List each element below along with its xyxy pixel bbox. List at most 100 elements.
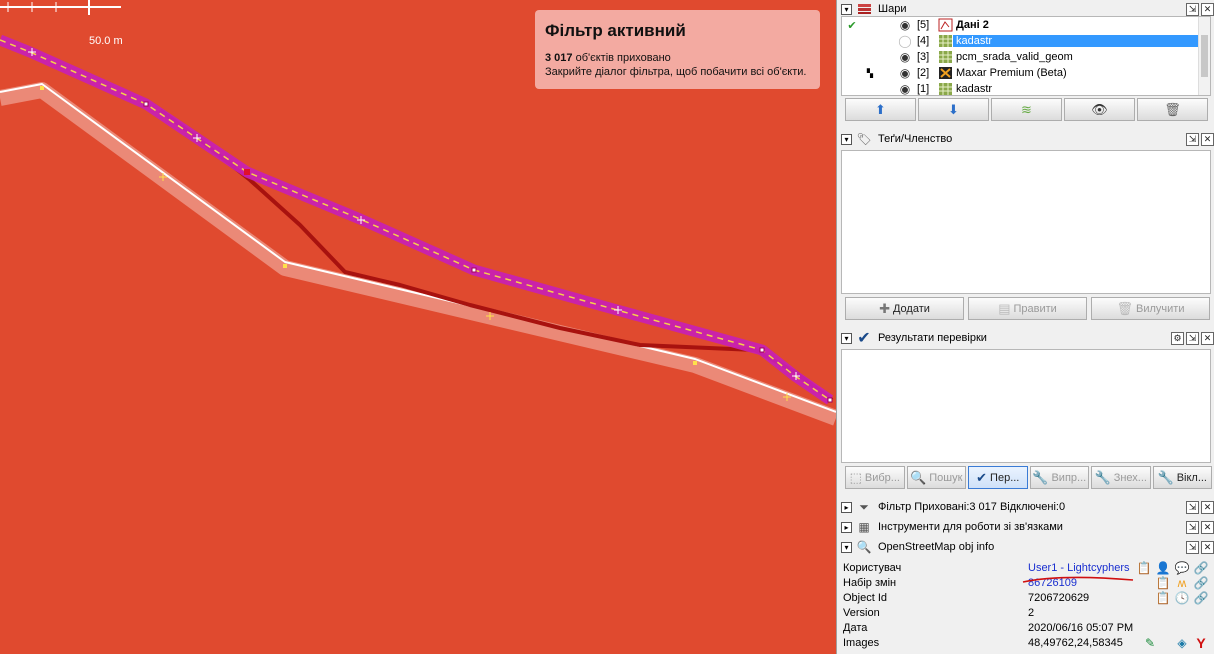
- info-row-changeset: Набір змін 86726109 📋 ʍ 🔗: [843, 575, 1209, 590]
- info-key: Набір змін: [843, 576, 897, 589]
- detach-panel-button[interactable]: ⇲: [1186, 520, 1199, 534]
- tags-panel-header[interactable]: ▾ 🏷 Теґи/Членство ⇲ ✕: [841, 130, 1214, 148]
- edit-green-icon[interactable]: ✎: [1142, 635, 1158, 650]
- expand-toggle[interactable]: ▸: [841, 501, 852, 513]
- layer-list-scrollbar[interactable]: [1198, 17, 1210, 95]
- collapse-toggle[interactable]: ▾: [841, 332, 852, 344]
- edit-tag-label: Правити: [1013, 302, 1057, 315]
- yandex-icon[interactable]: Y: [1193, 635, 1209, 651]
- user-link[interactable]: User1 - Lightcyphers: [1028, 562, 1130, 574]
- layer-row-3[interactable]: ◉ [3] pcm_srada_valid_geom: [842, 49, 1200, 65]
- copy-icon[interactable]: 📋: [1155, 575, 1171, 590]
- link-icon[interactable]: 🔗: [1193, 590, 1209, 605]
- tms-layer-icon: [939, 35, 952, 47]
- visibility-eye-icon[interactable]: ◉: [896, 66, 914, 80]
- select-icon: ⬚: [849, 469, 862, 485]
- map-canvas[interactable]: [0, 0, 836, 654]
- user-profile-icon[interactable]: 👤: [1155, 560, 1171, 575]
- layer-index: [1]: [917, 83, 930, 95]
- message-icon[interactable]: 💬: [1174, 560, 1190, 575]
- achavi-icon[interactable]: ʍ: [1174, 575, 1190, 590]
- activate-layer-icon: ≋: [1021, 101, 1032, 117]
- wrench-icon: 🔧: [1094, 469, 1111, 485]
- collapse-toggle[interactable]: ▾: [841, 133, 852, 145]
- detach-panel-button[interactable]: ⇲: [1186, 540, 1199, 554]
- close-panel-button[interactable]: ✕: [1201, 520, 1214, 534]
- move-up-button[interactable]: ⬆: [845, 98, 916, 121]
- images-actions: ✎ ◈ Y: [1142, 635, 1209, 651]
- way-nodes: [143, 101, 833, 403]
- layer-row-1[interactable]: ◉ [1] kadastr: [842, 81, 1200, 97]
- scrollbar-thumb[interactable]: [1201, 35, 1208, 77]
- detach-panel-button[interactable]: ⇲: [1186, 132, 1199, 146]
- node: [759, 347, 765, 353]
- delete-layer-button[interactable]: 🗑: [1137, 98, 1208, 121]
- red-underline-annotation: [1022, 576, 1134, 583]
- validation-results-tree[interactable]: [841, 349, 1211, 463]
- delete-tag-button[interactable]: 🗑 Вилучити: [1091, 297, 1210, 320]
- filter-panel-header[interactable]: ▸ ⏷ Фільтр Приховані:3 017 Відключені:0 …: [841, 498, 1214, 516]
- layer-row-2[interactable]: ▚ ◉ [2] Maxar Premium (Beta): [842, 65, 1200, 81]
- close-panel-button[interactable]: ✕: [1201, 132, 1214, 146]
- detach-panel-button[interactable]: ⇲: [1186, 500, 1199, 514]
- info-row-user: Користувач User1 - Lightcyphers 📋 👤 💬 🔗: [843, 560, 1209, 575]
- relations-panel-header[interactable]: ▸ ▦ Інструменти для роботи зі зв'язками …: [841, 518, 1214, 536]
- vertex: [693, 361, 697, 365]
- wrench-icon: 🔧: [1032, 469, 1049, 485]
- search-icon: 🔍: [910, 469, 927, 485]
- detach-panel-button[interactable]: ⇲: [1186, 331, 1199, 345]
- validation-panel-title: Результати перевірки: [878, 332, 987, 344]
- edit-icon: ▤: [998, 300, 1011, 316]
- fix-button[interactable]: 🔧 Випр...: [1029, 466, 1089, 489]
- map-view[interactable]: 50.0 m Фільтр активний 3 017 об'єктів пр…: [0, 0, 836, 654]
- layer-row-4[interactable]: ◯ [4] kadastr: [842, 33, 1203, 49]
- detach-panel-button[interactable]: ⇲: [1186, 2, 1199, 16]
- changeset-actions: 📋 ʍ 🔗: [1155, 575, 1209, 590]
- close-panel-button[interactable]: ✕: [1201, 500, 1214, 514]
- layer-toolbar: ⬆ ⬇ ≋ 👁 🗑: [845, 98, 1208, 121]
- visibility-eye-icon[interactable]: ◉: [896, 18, 914, 32]
- side-panel: ▾ Шари ⇲ ✕ ✔ ◉ [5] Дані 2 ◯ [4] kadastr …: [836, 0, 1214, 654]
- collapse-toggle[interactable]: ▾: [841, 541, 852, 553]
- select-button[interactable]: ⬚ Вибр...: [845, 466, 905, 489]
- close-panel-button[interactable]: ✕: [1201, 331, 1214, 345]
- ignore-button[interactable]: 🔧 Знех...: [1091, 466, 1151, 489]
- vertex: [40, 86, 44, 90]
- visibility-eye-icon[interactable]: ◉: [896, 50, 914, 64]
- arrow-up-icon: ⬆: [875, 101, 886, 117]
- selected-node: [244, 169, 250, 175]
- history-clock-icon[interactable]: 🕓: [1174, 590, 1190, 605]
- show-hide-button[interactable]: 👁: [1064, 98, 1135, 121]
- visibility-eye-icon[interactable]: ◉: [896, 82, 914, 96]
- link-icon[interactable]: 🔗: [1193, 575, 1209, 590]
- move-down-button[interactable]: ⬇: [918, 98, 989, 121]
- edit-tag-button[interactable]: ▤ Правити: [968, 297, 1087, 320]
- mapillary-icon[interactable]: ◈: [1174, 635, 1190, 650]
- scale-label: 50.0 m: [89, 35, 123, 47]
- add-tag-button[interactable]: ✚ Додати: [845, 297, 964, 320]
- close-panel-button[interactable]: ✕: [1201, 2, 1214, 16]
- layer-list[interactable]: ✔ ◉ [5] Дані 2 ◯ [4] kadastr ◉ [3] pcm_s…: [841, 16, 1211, 96]
- layer-row-5[interactable]: ✔ ◉ [5] Дані 2: [842, 17, 1200, 33]
- expand-toggle[interactable]: ▸: [841, 521, 852, 533]
- relations-panel-title: Інструменти для роботи зі зв'язками: [878, 521, 1063, 533]
- link-icon[interactable]: 🔗: [1193, 560, 1209, 575]
- node: [471, 267, 477, 273]
- osm-info-panel-header[interactable]: ▾ 🔍 OpenStreetMap obj info ⇲ ✕: [841, 538, 1214, 556]
- check-button[interactable]: ✔ Пер...: [968, 466, 1028, 489]
- settings-button[interactable]: ⚙: [1171, 331, 1184, 345]
- collapse-toggle[interactable]: ▾: [841, 3, 852, 15]
- lookup-button[interactable]: 🔍 Пошук: [906, 466, 966, 489]
- magnifier-icon: 🔍: [856, 540, 872, 554]
- copy-icon[interactable]: 📋: [1155, 590, 1171, 605]
- layer-name: Maxar Premium (Beta): [956, 67, 1067, 79]
- tags-table[interactable]: [841, 150, 1211, 294]
- copy-icon[interactable]: 📋: [1136, 560, 1152, 575]
- close-panel-button[interactable]: ✕: [1201, 540, 1214, 554]
- activate-layer-button[interactable]: ≋: [991, 98, 1062, 121]
- turn-off-button[interactable]: 🔧 Вікл...: [1152, 466, 1212, 489]
- tags-panel-title: Теґи/Членство: [878, 133, 953, 145]
- validation-panel-header[interactable]: ▾ ✔ Результати перевірки ⚙ ⇲ ✕: [841, 329, 1214, 347]
- visibility-eye-hidden-icon[interactable]: ◯: [896, 34, 914, 48]
- layer-index: [3]: [917, 51, 930, 63]
